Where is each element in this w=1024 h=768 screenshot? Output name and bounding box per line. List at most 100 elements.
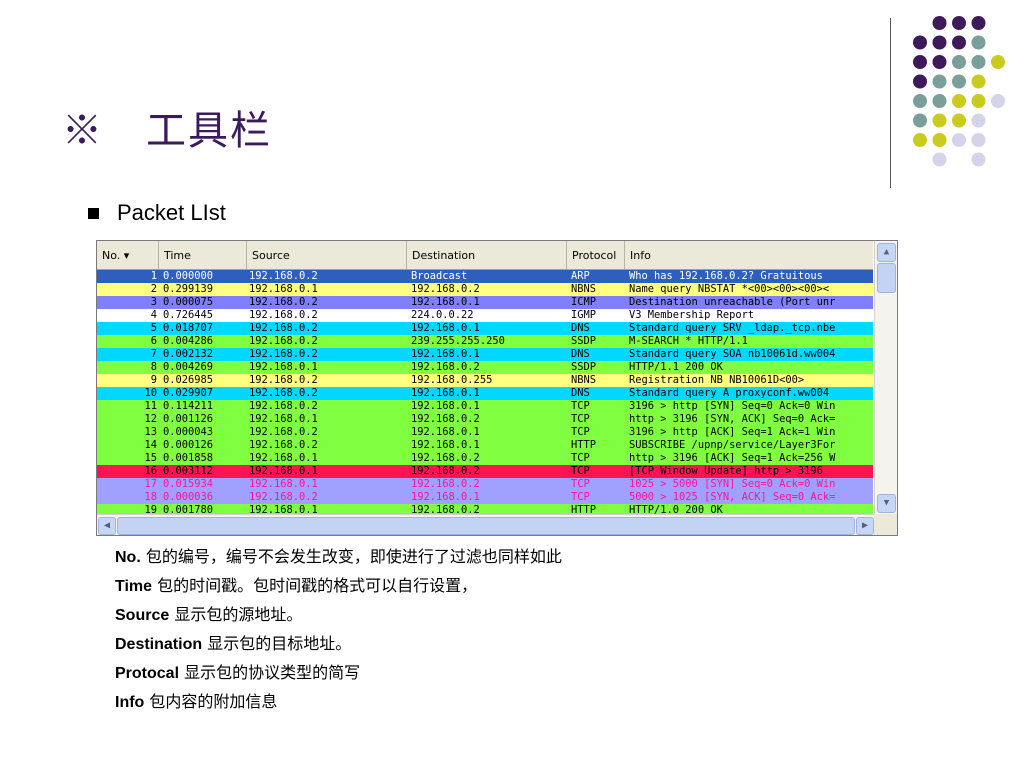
description-time: Time 包的时间戳。包时间戳的格式可以自行设置， <box>115 574 815 603</box>
cell-destination: 192.168.0.2 <box>411 478 480 490</box>
decorative-dot <box>952 35 966 50</box>
packet-row[interactable]: 9 0.026985 192.168.0.2 192.168.0.255 NBNS Reg… <box>97 374 873 387</box>
packet-row[interactable]: 19 0.001780 192.168.0.1 192.168.0.2 HTTP HTTP… <box>97 504 873 514</box>
cell-destination: 192.168.0.1 <box>411 322 480 334</box>
column-header-source[interactable]: Source <box>247 241 407 269</box>
packet-row[interactable]: 14 0.000126 192.168.0.2 192.168.0.1 HTTP SUBS… <box>97 439 873 452</box>
decorative-dot <box>932 35 947 50</box>
decorative-dot <box>932 113 947 128</box>
cell-protocol: ICMP <box>571 296 597 308</box>
packet-list-header: No. ▾ Time Source Destination Protocol I… <box>97 241 873 270</box>
decorative-dot <box>932 133 947 147</box>
packet-row[interactable]: 4 0.726445 192.168.0.2 224.0.0.22 IGMP V3 Mem… <box>97 309 873 322</box>
packet-row[interactable]: 3 0.000075 192.168.0.2 192.168.0.1 ICMP Desti… <box>97 296 873 309</box>
cell-time: 0.299139 <box>163 283 214 295</box>
packet-row[interactable]: 5 0.018707 192.168.0.2 192.168.0.1 DNS Standa… <box>97 322 873 335</box>
packet-row[interactable]: 17 0.015934 192.168.0.1 192.168.0.2 TCP 1025 … <box>97 478 873 491</box>
packet-row[interactable]: 11 0.114211 192.168.0.2 192.168.0.1 TCP 3196 … <box>97 400 873 413</box>
cell-no: 9 <box>150 374 157 386</box>
cell-info: V3 Membership Report <box>629 309 755 321</box>
cell-no: 12 <box>144 413 157 425</box>
packet-row[interactable]: 12 0.001126 192.168.0.1 192.168.0.2 TCP http … <box>97 413 873 426</box>
cell-info: SUBSCRIBE /upnp/service/Layer3For <box>629 439 836 451</box>
packet-row[interactable]: 13 0.000043 192.168.0.2 192.168.0.1 TCP 3196 … <box>97 426 873 439</box>
packet-row[interactable]: 10 0.029907 192.168.0.2 192.168.0.1 DNS Stand… <box>97 387 873 400</box>
cell-destination: 192.168.0.1 <box>411 348 480 360</box>
cell-no: 1 <box>150 270 157 282</box>
slide-subtitle: Packet LIst <box>88 200 226 226</box>
cell-no: 5 <box>150 322 157 334</box>
cell-no: 14 <box>144 439 157 451</box>
cell-info: 3196 > http [SYN] Seq=0 Ack=0 Win <box>629 400 836 412</box>
cell-source: 192.168.0.1 <box>249 413 318 425</box>
cell-source: 192.168.0.1 <box>249 283 318 295</box>
cell-no: 6 <box>150 335 157 347</box>
decorative-dot <box>913 133 927 147</box>
cell-info: HTTP/1.0 200 OK <box>629 504 723 514</box>
column-header-time[interactable]: Time <box>159 241 247 269</box>
bullet-square-icon <box>88 207 99 219</box>
vertical-scroll-thumb[interactable] <box>877 263 896 293</box>
decorative-dot <box>913 55 927 69</box>
packet-list-window: No. ▾ Time Source Destination Protocol I… <box>96 240 898 536</box>
cell-time: 0.015934 <box>163 478 214 490</box>
cell-protocol: DNS <box>571 348 590 360</box>
cell-time: 0.001858 <box>163 452 214 464</box>
cell-destination: 192.168.0.1 <box>411 400 480 412</box>
cell-no: 17 <box>144 478 157 490</box>
horizontal-scroll-thumb[interactable] <box>117 517 855 535</box>
cell-no: 4 <box>150 309 157 321</box>
cell-source: 192.168.0.2 <box>249 374 318 386</box>
column-descriptions: No. 包的编号，编号不会发生改变，即使进行了过滤也同样如此 Time 包的时间… <box>115 545 815 719</box>
description-text: 包内容的附加信息 <box>144 692 278 711</box>
description-text: 显示包的协议类型的简写 <box>179 663 361 682</box>
cell-source: 192.168.0.2 <box>249 387 318 399</box>
cell-no: 18 <box>144 491 157 503</box>
scroll-down-icon[interactable]: ▼ <box>877 494 896 513</box>
cell-no: 7 <box>150 348 157 360</box>
description-text: 显示包的源地址。 <box>169 605 303 624</box>
packet-row[interactable]: 6 0.004286 192.168.0.2 239.255.255.250 SSDP M… <box>97 335 873 348</box>
column-header-destination[interactable]: Destination <box>407 241 567 269</box>
packet-row[interactable]: 1 0.000000 192.168.0.2 Broadcast ARP Who has … <box>97 270 873 283</box>
cell-destination: 192.168.0.2 <box>411 465 480 477</box>
column-header-protocol[interactable]: Protocol <box>567 241 625 269</box>
packet-row[interactable]: 15 0.001858 192.168.0.1 192.168.0.2 TCP http … <box>97 452 873 465</box>
column-header-no[interactable]: No. ▾ <box>97 241 159 269</box>
packet-row[interactable]: 8 0.004269 192.168.0.1 192.168.0.2 SSDP HTTP/… <box>97 361 873 374</box>
cell-destination: 224.0.0.22 <box>411 309 474 321</box>
decorative-dot <box>991 55 1005 69</box>
cell-destination: 192.168.0.1 <box>411 296 480 308</box>
description-term: Source <box>115 607 170 624</box>
cell-source: 192.168.0.2 <box>249 348 318 360</box>
scroll-left-icon[interactable]: ◀ <box>98 517 116 535</box>
cell-time: 0.000043 <box>163 426 214 438</box>
decorative-dot <box>971 113 986 128</box>
cell-no: 16 <box>144 465 157 477</box>
packet-row[interactable]: 2 0.299139 192.168.0.1 192.168.0.2 NBNS Name … <box>97 283 873 296</box>
description-term: No. <box>115 549 141 566</box>
cell-info: [TCP Window Update] http > 3196 <box>629 465 823 477</box>
cell-protocol: TCP <box>571 413 590 425</box>
decorative-dot <box>952 94 966 108</box>
description-text: 显示包的目标地址。 <box>202 634 352 653</box>
cell-source: 192.168.0.1 <box>249 452 318 464</box>
scroll-up-icon[interactable]: ▲ <box>877 243 896 262</box>
column-header-info[interactable]: Info <box>625 241 873 269</box>
scroll-right-icon[interactable]: ▶ <box>856 517 874 535</box>
cell-destination: 192.168.0.1 <box>411 491 480 503</box>
cell-no: 2 <box>150 283 157 295</box>
description-text: 包的时间戳。包时间戳的格式可以自行设置， <box>152 576 478 595</box>
cell-protocol: TCP <box>571 465 590 477</box>
cell-time: 0.000126 <box>163 439 214 451</box>
cell-time: 0.001780 <box>163 504 214 514</box>
cell-protocol: TCP <box>571 452 590 464</box>
packet-row[interactable]: 18 0.000036 192.168.0.2 192.168.0.1 TCP 5000 … <box>97 491 873 504</box>
packet-row[interactable]: 7 0.002132 192.168.0.2 192.168.0.1 DNS Standa… <box>97 348 873 361</box>
cell-protocol: TCP <box>571 400 590 412</box>
horizontal-scrollbar[interactable]: ◀ ▶ <box>97 514 874 535</box>
cell-protocol: DNS <box>571 322 590 334</box>
cell-destination: 192.168.0.1 <box>411 439 480 451</box>
packet-row[interactable]: 16 0.003112 192.168.0.1 192.168.0.2 TCP [TCP … <box>97 465 873 478</box>
vertical-scrollbar[interactable]: ▲ ▼ <box>874 241 897 514</box>
